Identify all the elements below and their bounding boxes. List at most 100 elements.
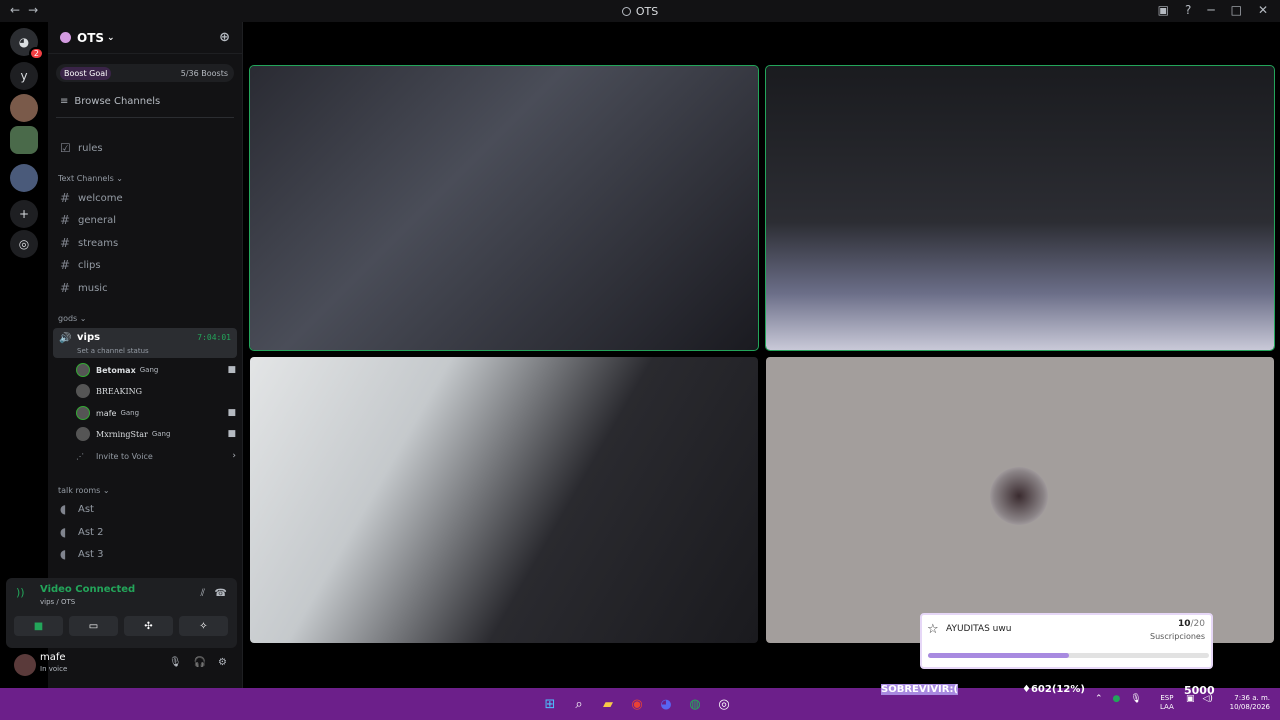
chrome-icon[interactable]: ◉: [627, 694, 647, 714]
avatar: [76, 427, 90, 441]
list-icon: ≡: [60, 96, 69, 107]
channel-streams[interactable]: # streams: [56, 233, 236, 253]
status-dot-icon[interactable]: ●: [1113, 694, 1121, 704]
settings-icon[interactable]: ⚙: [218, 657, 227, 668]
avatar[interactable]: [14, 654, 36, 676]
help-icon[interactable]: ?: [1185, 3, 1191, 17]
headphones-icon[interactable]: 🎧: [194, 657, 206, 668]
close-icon[interactable]: ✕: [1258, 3, 1268, 17]
stream-overlay-points: ♦602(12%): [1022, 684, 1085, 695]
clock[interactable]: 7:36 a. m. 10/08/2026: [1222, 694, 1270, 712]
star-icon: ☆: [927, 622, 939, 637]
username: mafe: [40, 652, 66, 663]
server-folder[interactable]: [10, 164, 38, 192]
window-title: OTS: [0, 5, 1280, 18]
user-tag: Gang: [120, 409, 140, 417]
voice-location[interactable]: vips / OTS: [40, 598, 75, 606]
voice-user[interactable]: Betomax Gang ■: [76, 360, 236, 380]
search-icon[interactable]: ⌕: [569, 694, 589, 714]
goal-progress-bar: [928, 653, 1209, 658]
windows-start-icon[interactable]: ⊞: [540, 694, 560, 714]
add-server-icon[interactable]: +: [10, 200, 38, 228]
voice-channel-ast[interactable]: ◖ Ast: [56, 499, 236, 519]
camera-icon: ■: [227, 429, 236, 439]
channel-status[interactable]: Set a channel status: [77, 347, 149, 355]
voice-connection-panel: )) Video Connected vips / OTS ⫽ ☎ ■ ▭ ✣ …: [6, 578, 237, 648]
boost-goal-label: Boost Goal: [60, 66, 112, 80]
channel-music[interactable]: # music: [56, 278, 236, 298]
diamond-icon: ♦: [1022, 684, 1031, 695]
channel-general[interactable]: # general: [56, 210, 236, 230]
voice-user[interactable]: mafe Gang ■: [76, 403, 236, 423]
category-talk-rooms[interactable]: talk rooms ⌄: [58, 486, 110, 495]
signal-icon[interactable]: )): [16, 586, 34, 604]
voice-channel-vips[interactable]: 🔊 vips Set a channel status 7:04:01: [53, 328, 237, 358]
server-icon: [60, 32, 71, 43]
speaker-icon: 🔊: [59, 333, 72, 344]
hash-icon: #: [60, 236, 71, 250]
subscription-goal-widget: ☆ AYUDITAS uwu 10/20 Suscripciones: [920, 613, 1213, 669]
speaker-icon: ◖: [60, 547, 67, 561]
voice-channel-ast-2[interactable]: ◖ Ast 2: [56, 522, 236, 542]
hash-icon: #: [60, 191, 71, 205]
discord-icon[interactable]: ◕: [656, 694, 676, 714]
hash-icon: #: [60, 281, 71, 295]
video-tile[interactable]: [249, 65, 759, 351]
obs-icon[interactable]: ◎: [714, 694, 734, 714]
boost-goal[interactable]: Boost Goal 5/36 Boosts: [56, 64, 234, 82]
microphone-icon[interactable]: 🎙: [1130, 694, 1141, 704]
invite-icon: ⋰: [76, 451, 84, 461]
discord-home-icon[interactable]: ◕: [10, 28, 44, 60]
discover-icon[interactable]: ◎: [10, 230, 38, 258]
voice-timer: 7:04:01: [197, 333, 231, 342]
microphone-icon[interactable]: 🎙: [169, 657, 182, 668]
channel-clips[interactable]: # clips: [56, 255, 236, 275]
video-tile[interactable]: [765, 65, 1275, 351]
invite-to-voice[interactable]: ⋰ Invite to Voice ›: [76, 446, 236, 466]
category-gods[interactable]: gods ⌄: [58, 314, 86, 323]
chevron-up-icon[interactable]: ⌃: [1095, 694, 1103, 704]
boost-count: 5/36 Boosts: [180, 68, 228, 78]
server-y[interactable]: y: [10, 62, 38, 90]
minimize-icon[interactable]: ─: [1207, 3, 1214, 17]
volume-icon[interactable]: ◁): [1203, 694, 1213, 704]
voice-channel-ast-3[interactable]: ◖ Ast 3: [56, 544, 236, 564]
avatar: [76, 406, 90, 420]
spotify-icon[interactable]: ◍: [685, 694, 705, 714]
goal-title: AYUDITAS uwu: [946, 624, 1012, 634]
inbox-icon[interactable]: ▣: [1158, 3, 1169, 17]
avatar: [76, 363, 90, 377]
disconnect-icon[interactable]: ☎: [215, 588, 227, 599]
noise-suppression-icon[interactable]: ⫽: [201, 588, 205, 599]
video-tile[interactable]: [250, 357, 758, 643]
server-ots[interactable]: [10, 126, 38, 154]
maximize-icon[interactable]: □: [1231, 3, 1242, 17]
file-explorer-icon[interactable]: ▰: [598, 694, 618, 714]
voice-user[interactable]: MxrningStar Gang ■: [76, 424, 236, 444]
screen-share-button[interactable]: ▭: [69, 616, 118, 636]
stream-overlay-song: SOBREVIVIR:(: [881, 684, 959, 695]
system-tray: ⌃ ● 🎙: [1095, 694, 1142, 704]
network-icon[interactable]: ▣: [1186, 694, 1195, 704]
camera-icon: ■: [227, 408, 236, 418]
add-member-icon[interactable]: ⊕: [219, 30, 230, 45]
goal-label: Suscripciones: [1150, 632, 1205, 641]
voice-user[interactable]: BREAKING: [76, 381, 236, 401]
soundboard-button[interactable]: ✧: [179, 616, 228, 636]
server-header[interactable]: OTS ⌄ ⊕: [48, 22, 242, 54]
user-panel: mafe In voice 🎙 🎧 ⚙: [6, 650, 237, 686]
server-avatar-1[interactable]: [10, 94, 38, 122]
chevron-right-icon: ›: [232, 451, 236, 461]
channel-welcome[interactable]: # welcome: [56, 188, 236, 208]
goal-progress-fill: [928, 653, 1069, 658]
video-tile[interactable]: [766, 357, 1274, 643]
browse-channels[interactable]: ≡ Browse Channels: [60, 96, 242, 107]
activities-button[interactable]: ✣: [124, 616, 173, 636]
speaker-icon: ◖: [60, 502, 67, 516]
language-indicator[interactable]: ESP LAA: [1160, 694, 1174, 712]
camera-button[interactable]: ■: [14, 616, 63, 636]
category-text-channels[interactable]: Text Channels ⌄: [58, 174, 123, 183]
hash-icon: #: [60, 258, 71, 272]
divider: [56, 117, 234, 118]
channel-rules[interactable]: ☑ rules: [56, 138, 236, 158]
